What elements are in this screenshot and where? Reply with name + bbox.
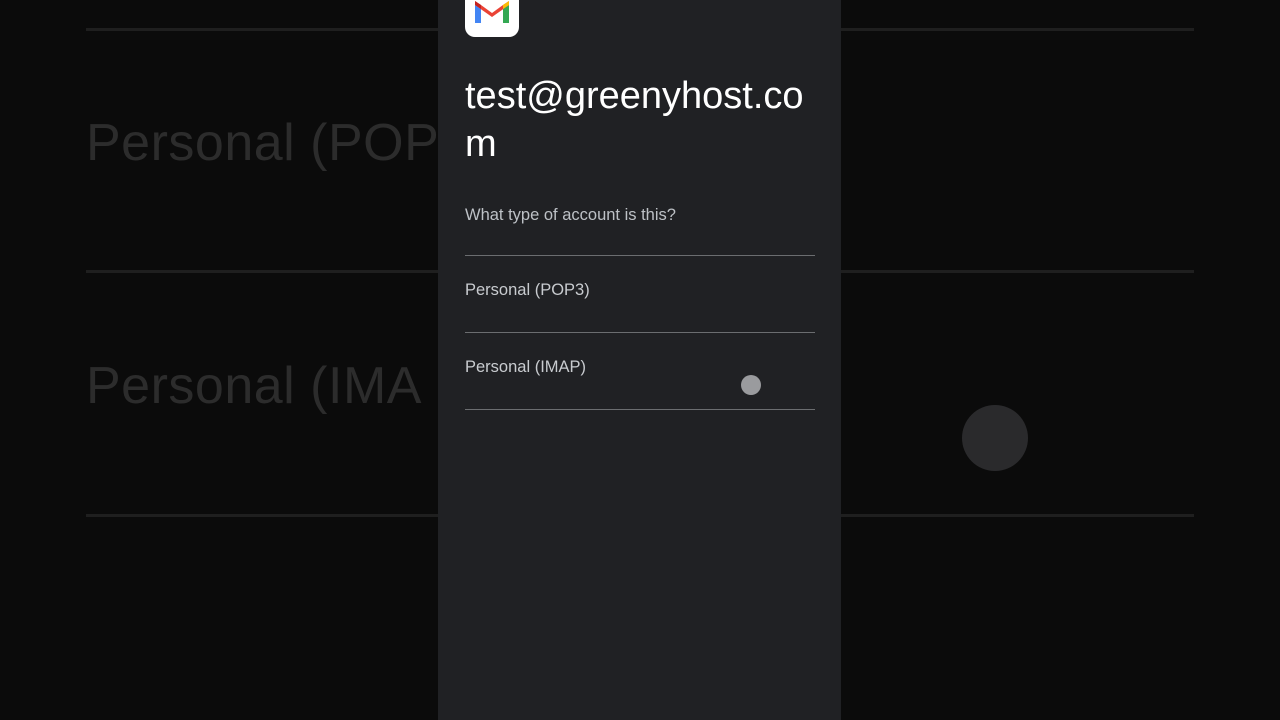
- gmail-logo-icon: [475, 0, 509, 23]
- divider: [465, 255, 815, 256]
- account-email: test@greenyhost.com: [465, 75, 804, 165]
- background-touch-indicator: [962, 405, 1028, 471]
- background-option-imap-text: Personal (IMA: [86, 357, 422, 415]
- divider: [465, 409, 815, 410]
- background-option-pop3-text: Personal (POP: [86, 114, 440, 172]
- option-personal-imap[interactable]: Personal (IMAP): [465, 358, 815, 434]
- touch-indicator: [741, 375, 761, 395]
- phone-screen: test@greenyhost.com What type of account…: [438, 0, 841, 720]
- divider: [465, 332, 815, 333]
- option-label: Personal (POP3): [465, 281, 590, 299]
- video-frame: Personal (POP Personal (IMA test@greenyh…: [0, 0, 1280, 720]
- option-personal-pop3[interactable]: Personal (POP3): [465, 281, 815, 357]
- account-type-question: What type of account is this?: [465, 206, 676, 224]
- gmail-icon: [465, 0, 519, 37]
- option-label: Personal (IMAP): [465, 358, 587, 376]
